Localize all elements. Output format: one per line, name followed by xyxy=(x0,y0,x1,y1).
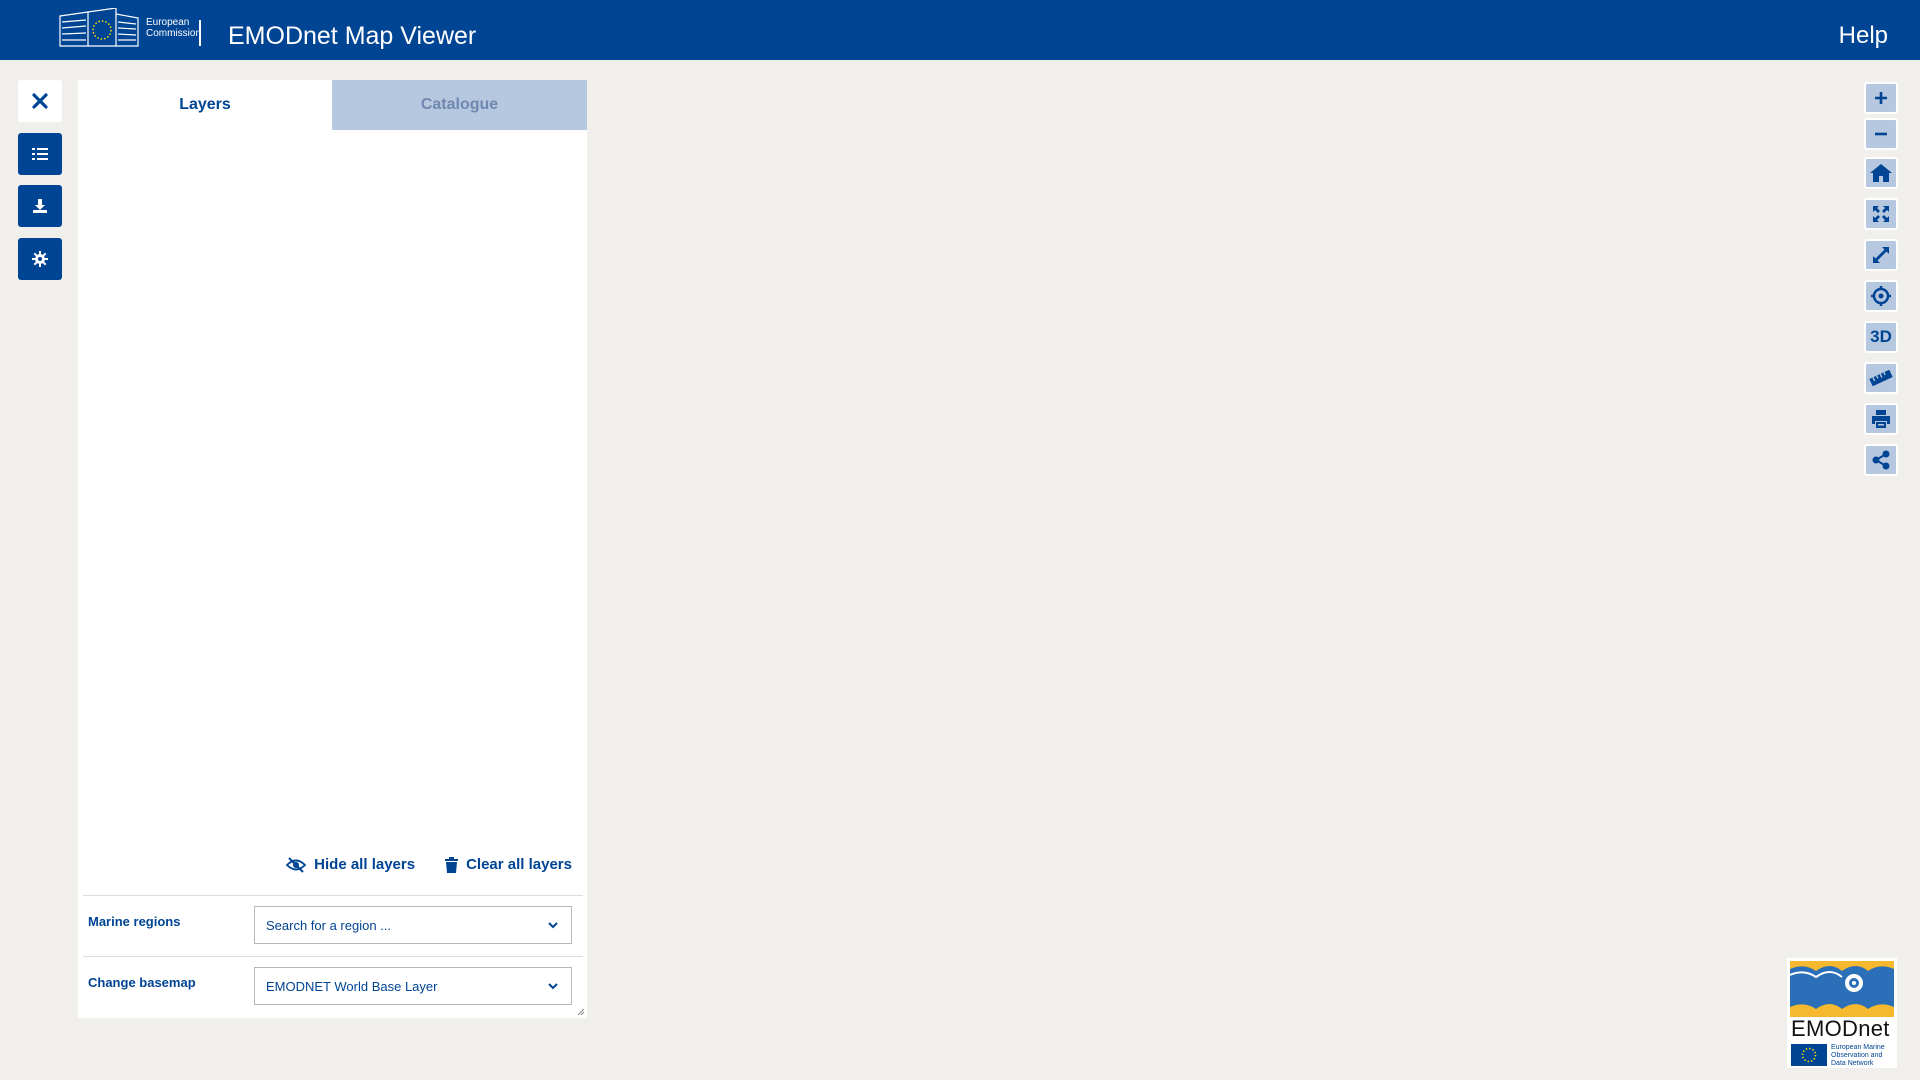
clear-all-layers-label: Clear all layers xyxy=(466,856,572,873)
basemap-select[interactable]: EMODNET World Base Layer xyxy=(254,967,572,1005)
tab-layers[interactable]: Layers xyxy=(78,80,332,130)
resize-handle-icon[interactable] xyxy=(577,1008,585,1016)
hide-all-layers-button[interactable]: Hide all layers xyxy=(286,856,415,873)
locate-button[interactable] xyxy=(1864,280,1898,312)
gear-icon xyxy=(32,251,48,267)
ec-logo-line1: European xyxy=(146,17,190,28)
share-button[interactable] xyxy=(1864,444,1898,476)
download-icon xyxy=(33,199,47,213)
top-header: European Commission EMODnet Map Viewer H… xyxy=(0,0,1920,60)
zoom-out-button[interactable] xyxy=(1864,118,1898,150)
clear-all-layers-button[interactable]: Clear all layers xyxy=(445,856,572,873)
hide-all-layers-label: Hide all layers xyxy=(314,856,416,873)
fullscreen-icon xyxy=(1873,247,1889,263)
zoom-in-button[interactable] xyxy=(1864,82,1898,114)
layers-panel: Layers Catalogue Hide all layers Clear a… xyxy=(78,80,587,1018)
print-button[interactable] xyxy=(1864,403,1898,435)
download-button[interactable] xyxy=(18,185,62,227)
marine-regions-label: Marine regions xyxy=(88,914,181,929)
ec-logo-line2: Commission xyxy=(146,28,202,39)
marine-regions-select[interactable]: Search for a region ... xyxy=(254,906,572,944)
locate-icon xyxy=(1871,286,1891,306)
trash-icon xyxy=(445,856,459,873)
fullscreen-button[interactable] xyxy=(1864,239,1898,271)
home-icon xyxy=(1870,164,1892,182)
home-button[interactable] xyxy=(1864,157,1898,189)
help-link[interactable]: Help xyxy=(1839,21,1888,51)
layer-actions: Hide all layers Clear all layers xyxy=(286,856,572,873)
divider xyxy=(83,895,583,896)
zoom-extent-icon xyxy=(1873,206,1889,222)
app-title: EMODnet Map Viewer xyxy=(228,22,477,50)
eye-slash-icon xyxy=(286,856,307,873)
chevron-down-icon xyxy=(548,983,558,990)
european-commission-logo[interactable]: European Commission xyxy=(58,8,202,48)
close-panel-button[interactable] xyxy=(18,80,62,122)
3d-label: 3D xyxy=(1870,327,1892,346)
ec-building-icon xyxy=(59,8,139,47)
chevron-down-icon xyxy=(548,922,558,929)
ruler-icon xyxy=(1869,370,1893,386)
zoom-out-icon xyxy=(1875,132,1887,136)
divider xyxy=(83,956,583,957)
3d-view-button[interactable]: 3D xyxy=(1864,321,1898,353)
eu-flag-icon xyxy=(1791,1044,1827,1066)
print-icon xyxy=(1872,410,1890,428)
close-icon xyxy=(32,93,48,109)
header-divider xyxy=(199,20,201,46)
tab-catalogue[interactable]: Catalogue xyxy=(332,80,587,130)
zoom-in-icon xyxy=(1875,92,1887,104)
emodnet-wordmark: EMODnet xyxy=(1791,1016,1890,1041)
zoom-extent-button[interactable] xyxy=(1864,198,1898,230)
list-icon xyxy=(32,148,48,160)
emodnet-wave-logo-icon xyxy=(1790,961,1894,1017)
panel-tabs: Layers Catalogue xyxy=(78,80,587,130)
measure-button[interactable] xyxy=(1864,362,1898,394)
change-basemap-label: Change basemap xyxy=(88,975,196,990)
settings-button[interactable] xyxy=(18,238,62,280)
emodnet-logo[interactable]: EMODnet European Marine Observation and … xyxy=(1787,958,1897,1068)
emodnet-subtitle: European Marine Observation and Data Net… xyxy=(1831,1044,1885,1067)
share-icon xyxy=(1872,450,1890,470)
marine-regions-placeholder: Search for a region ... xyxy=(266,917,392,933)
layers-list-button[interactable] xyxy=(18,133,62,175)
basemap-value: EMODNET World Base Layer xyxy=(266,978,438,994)
